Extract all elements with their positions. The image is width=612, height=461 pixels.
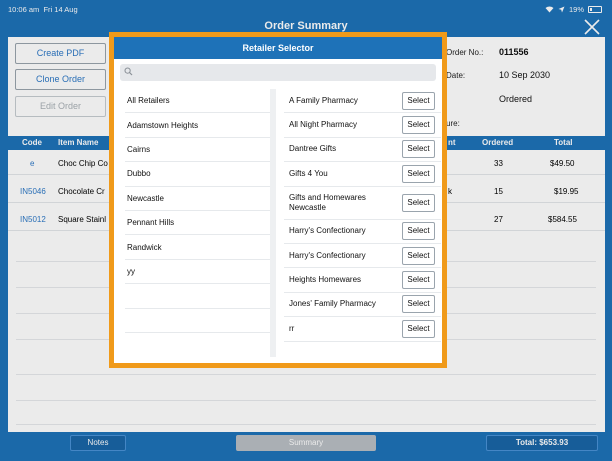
- retailer-list: A Family Pharmacy Select All Night Pharm…: [284, 89, 441, 357]
- region-item[interactable]: yy: [125, 260, 270, 285]
- retailer-selector-modal: Retailer Selector All Retailers Adamstow…: [109, 32, 447, 368]
- retailer-row: A Family Pharmacy Select: [284, 89, 441, 114]
- select-retailer-button[interactable]: Select: [402, 295, 435, 314]
- retailer-row: Gifts 4 You Select: [284, 162, 441, 187]
- select-retailer-button[interactable]: Select: [402, 116, 435, 135]
- select-retailer-button[interactable]: Select: [402, 164, 435, 183]
- retailer-row: rr Select: [284, 317, 441, 342]
- retailer-row: Harry's Confectionary Select: [284, 244, 441, 269]
- select-retailer-button[interactable]: Select: [402, 246, 435, 265]
- region-item[interactable]: Pennant Hills: [125, 211, 270, 236]
- retailer-name: Jones' Family Pharmacy: [289, 299, 376, 309]
- region-item[interactable]: Randwick: [125, 235, 270, 260]
- region-item[interactable]: Adamstown Heights: [125, 113, 270, 138]
- retailer-name: rr: [289, 323, 295, 333]
- region-item-empty: [125, 309, 270, 333]
- retailer-row: Gifts and Homewares Newcastle Select: [284, 187, 441, 220]
- region-item[interactable]: All Retailers: [125, 89, 270, 114]
- retailer-row: Dantree Gifts Select: [284, 138, 441, 163]
- modal-title: Retailer Selector: [114, 37, 442, 59]
- retailer-name: A Family Pharmacy: [289, 95, 358, 105]
- region-item-empty: [125, 284, 270, 309]
- retailer-name: Heights Homewares: [289, 275, 362, 285]
- retailer-row: All Night Pharmacy Select: [284, 113, 441, 138]
- select-retailer-button[interactable]: Select: [402, 319, 435, 338]
- region-list: All Retailers Adamstown Heights Cairns D…: [119, 89, 276, 357]
- region-item[interactable]: Cairns: [125, 138, 270, 163]
- retailer-name: Harry's Confectionary: [289, 250, 366, 260]
- region-item[interactable]: Dubbo: [125, 162, 270, 187]
- select-retailer-button[interactable]: Select: [402, 222, 435, 241]
- retailer-name: Gifts and Homewares Newcastle: [289, 192, 366, 212]
- search-icon: [124, 67, 133, 76]
- retailer-name: All Night Pharmacy: [289, 120, 358, 130]
- select-retailer-button[interactable]: Select: [402, 271, 435, 290]
- retailer-name: Gifts 4 You: [289, 168, 328, 178]
- select-retailer-button[interactable]: Select: [402, 140, 435, 159]
- retailer-row: Harry's Confectionary Select: [284, 220, 441, 244]
- retailer-row: Heights Homewares Select: [284, 268, 441, 293]
- retailer-row: Jones' Family Pharmacy Select: [284, 293, 441, 318]
- select-retailer-button[interactable]: Select: [402, 91, 435, 110]
- retailer-name: Harry's Confectionary: [289, 226, 366, 236]
- select-retailer-button[interactable]: Select: [402, 193, 435, 212]
- retailer-name: Dantree Gifts: [289, 144, 337, 154]
- region-item[interactable]: Newcastle: [125, 187, 270, 211]
- retailer-search-input[interactable]: [120, 64, 436, 81]
